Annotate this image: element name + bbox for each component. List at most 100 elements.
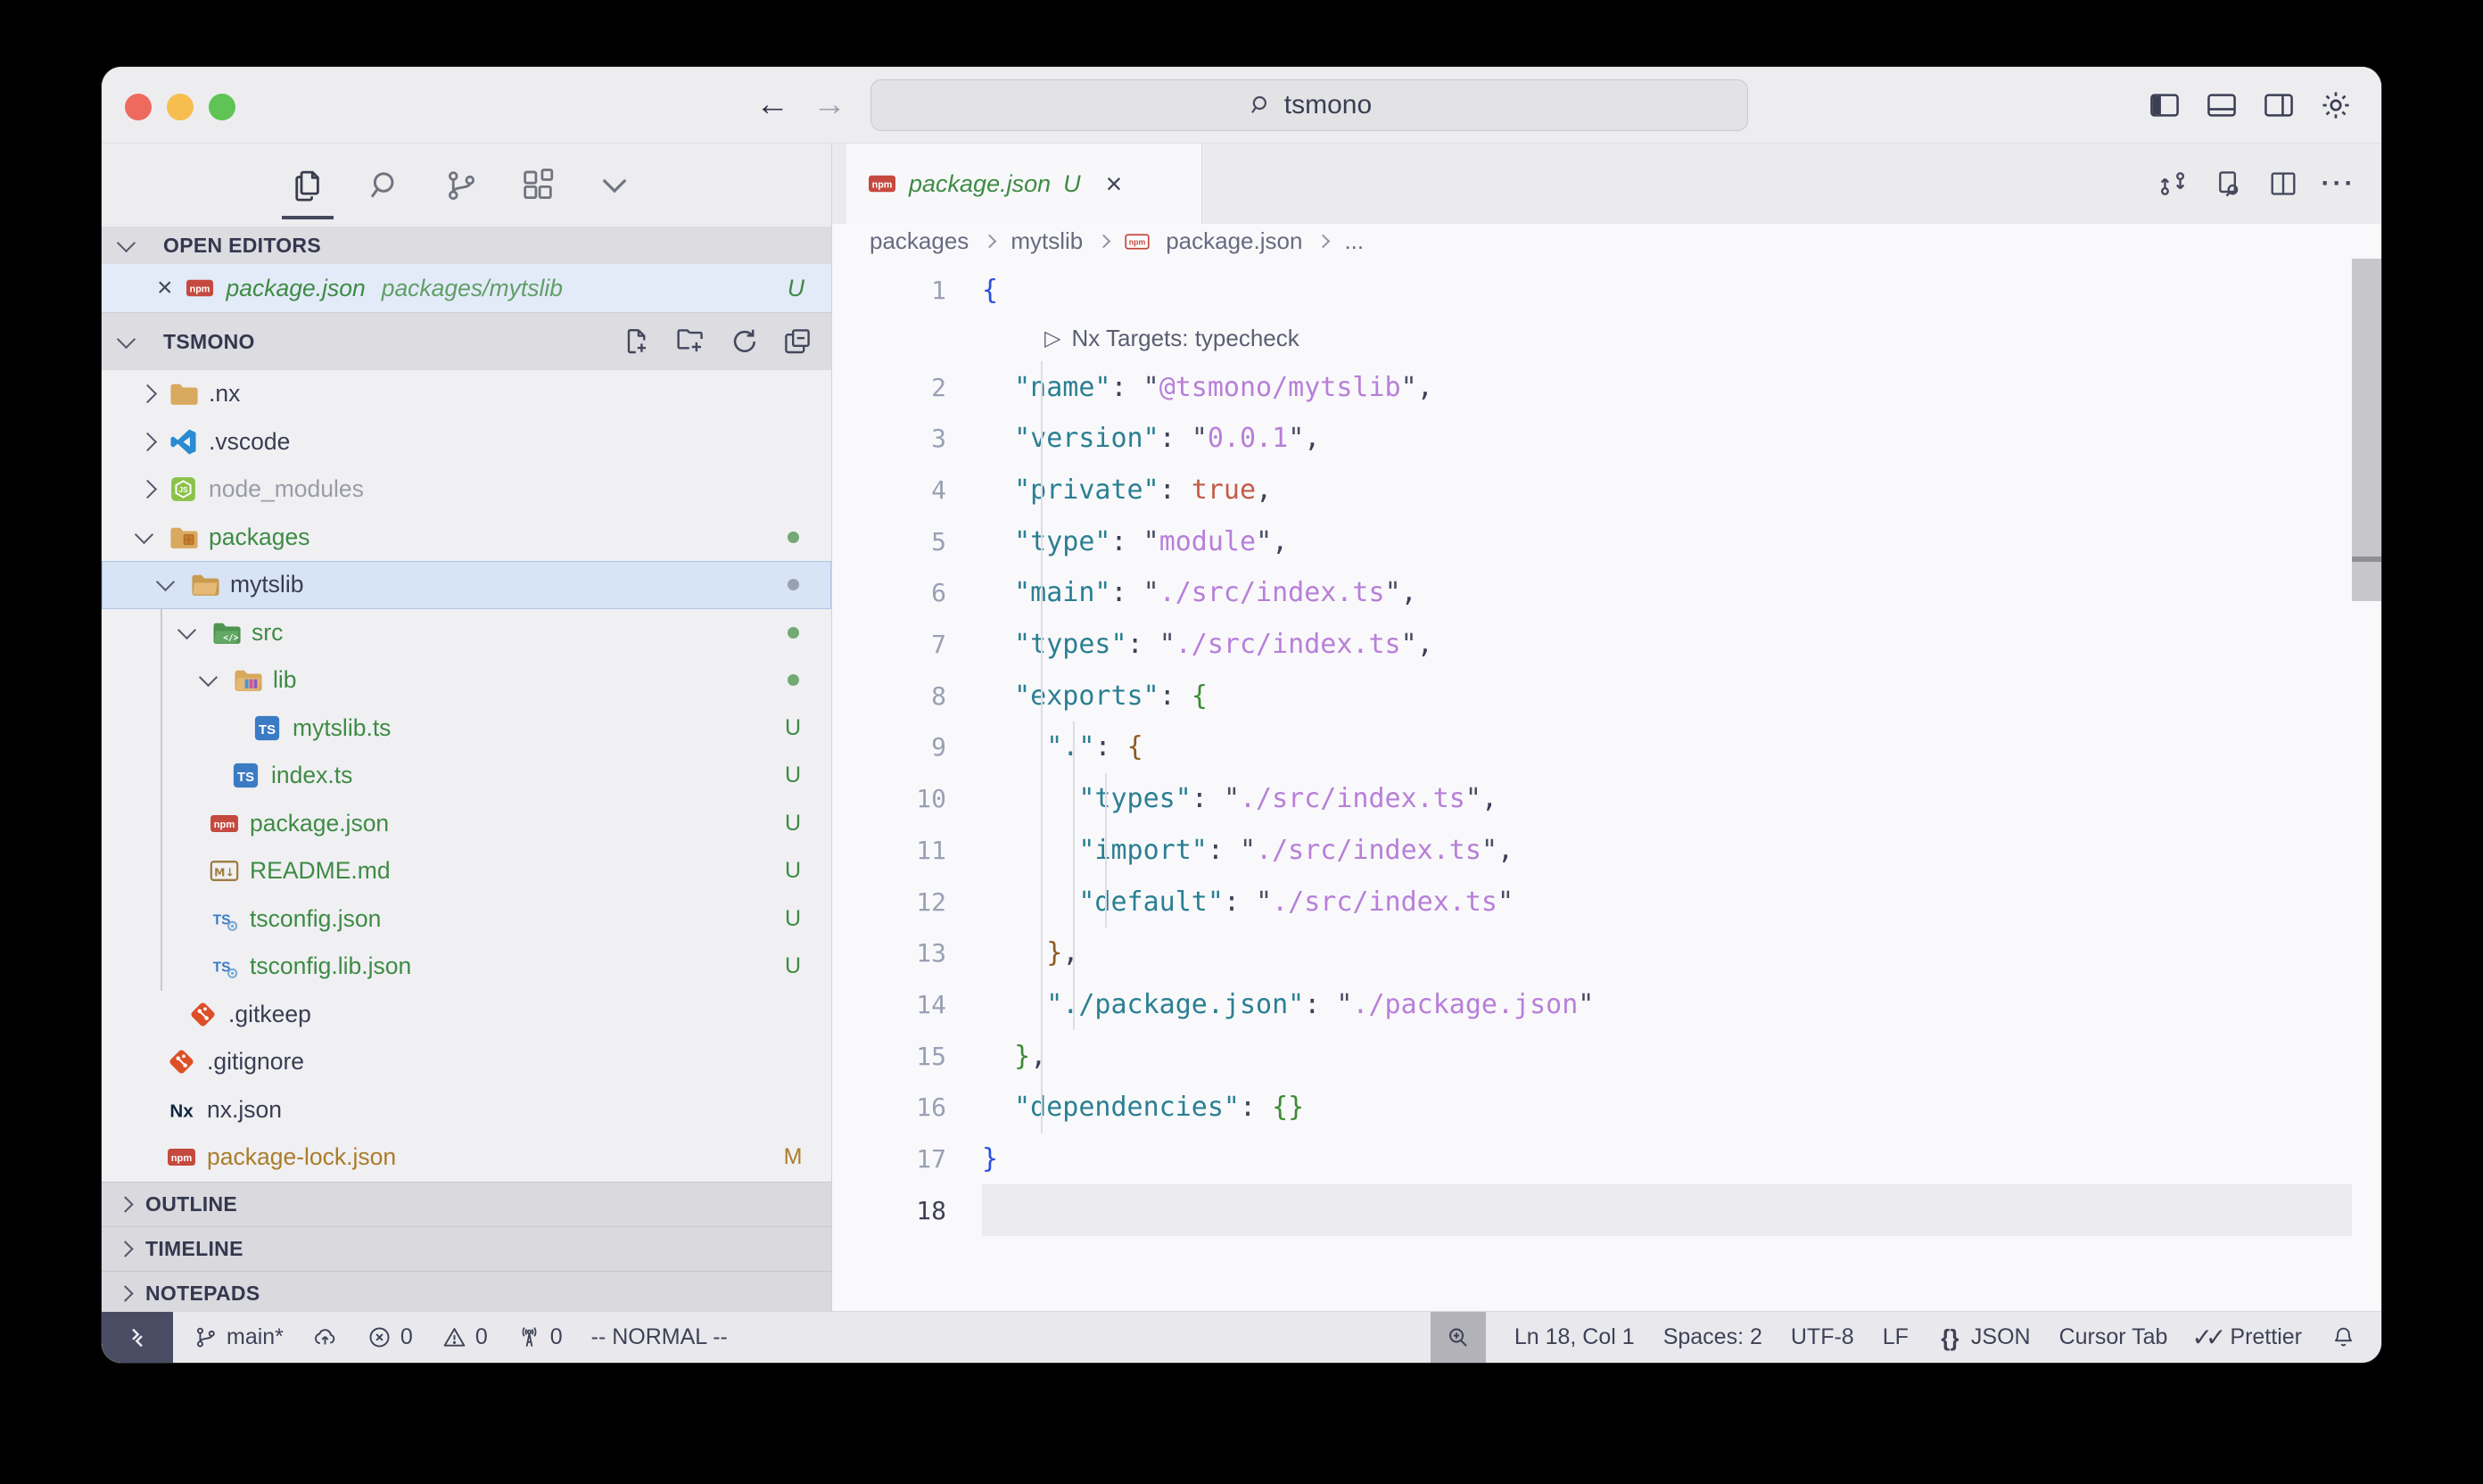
toggle-secondary-sidebar-button[interactable] xyxy=(2262,88,2296,122)
activity-tab-extensions[interactable] xyxy=(519,167,557,204)
status-item-utf-8[interactable]: UTF-8 xyxy=(1791,1324,1854,1350)
line-content: ".": { xyxy=(982,731,2381,763)
command-center-search[interactable]: tsmono xyxy=(870,79,1748,131)
tree-item-tsconfig.json[interactable]: TStsconfig.jsonU xyxy=(102,895,831,944)
tree-item-src[interactable]: </>src xyxy=(102,609,831,657)
search-icon xyxy=(1247,92,1274,119)
status-left: main* 0 0 0 -- NORMAL -- xyxy=(173,1324,728,1350)
line-number: 13 xyxy=(832,938,982,968)
tree-item-mytslib[interactable]: mytslib xyxy=(102,561,831,609)
status-label: JSON xyxy=(1971,1324,2031,1350)
refresh-explorer-button[interactable] xyxy=(728,326,760,358)
git-status-badge: M xyxy=(784,1144,803,1170)
status-right: Ln 18, Col 1 Spaces: 2 UTF-8 LF {}JSON Cursor… xyxy=(1431,1312,2381,1363)
tree-item-.gitignore[interactable]: .gitignore xyxy=(102,1038,831,1086)
nx-icon: Nx xyxy=(167,1095,196,1125)
status-label: UTF-8 xyxy=(1791,1324,1854,1350)
status-item-prettier[interactable]: ✓✓Prettier xyxy=(2196,1324,2302,1350)
line-number: 8 xyxy=(832,681,982,711)
code-line-5: 5 "type": "module", xyxy=(832,515,2381,567)
toggle-panel-button[interactable] xyxy=(2205,88,2239,122)
search-value: tsmono xyxy=(1284,90,1372,120)
tree-item-.vscode[interactable]: .vscode xyxy=(102,418,831,466)
remote-indicator[interactable] xyxy=(102,1312,173,1363)
maximize-window-button[interactable] xyxy=(209,94,235,120)
status-item-bell[interactable] xyxy=(2330,1324,2356,1350)
breadcrumb-item[interactable]: ... xyxy=(1344,227,1364,255)
project-section-header[interactable]: TSMONO xyxy=(102,312,831,370)
breadcrumb-item[interactable]: packages xyxy=(870,227,969,255)
minimize-window-button[interactable] xyxy=(167,94,194,120)
new-folder-button[interactable] xyxy=(674,326,706,358)
status-label: main* xyxy=(227,1324,284,1350)
breadcrumb-item[interactable]: package.json xyxy=(1166,227,1302,255)
navigate-back-button[interactable]: ← xyxy=(755,67,789,143)
tree-item-package.json[interactable]: npmpackage.jsonU xyxy=(102,800,831,848)
status-item-main[interactable]: main* xyxy=(193,1324,284,1350)
codelens-nx-targets[interactable]: ▷Nx Targets: typecheck xyxy=(832,317,2381,362)
git-status-dot xyxy=(788,674,799,686)
tree-item-tsconfig.lib.json[interactable]: TStsconfig.lib.jsonU xyxy=(102,943,831,991)
tree-item-mytslib.ts[interactable]: TSmytslib.tsU xyxy=(102,705,831,753)
navigate-forward-button[interactable]: → xyxy=(813,67,846,143)
split-editor-icon[interactable] xyxy=(2267,168,2299,200)
tree-item-README.md[interactable]: M↓README.mdU xyxy=(102,847,831,895)
tab-close-icon[interactable]: × xyxy=(1106,169,1123,198)
status-item-ln-18-col-1[interactable]: Ln 18, Col 1 xyxy=(1514,1324,1635,1350)
tree-item-lib[interactable]: lib xyxy=(102,656,831,705)
sidebar: OPEN EDITORS × npm package.json packages… xyxy=(102,144,832,1311)
open-preview-icon[interactable] xyxy=(2212,168,2244,200)
section-outline[interactable]: OUTLINE xyxy=(102,1182,831,1226)
tree-item-index.ts[interactable]: TSindex.tsU xyxy=(102,752,831,800)
file-label: .vscode xyxy=(209,428,290,456)
line-content: }, xyxy=(982,937,2381,969)
status-item-zoomin[interactable] xyxy=(1431,1312,1486,1363)
open-editor-item[interactable]: × npm package.json packages/mytslib U xyxy=(102,264,831,312)
status-item-spaces-2[interactable]: Spaces: 2 xyxy=(1663,1324,1762,1350)
activity-tab-explorer[interactable] xyxy=(289,167,326,204)
scm-icon xyxy=(442,167,480,204)
status-item-0[interactable]: 0 xyxy=(516,1324,563,1350)
tree-item-nx.json[interactable]: Nxnx.json xyxy=(102,1086,831,1134)
activity-tab-search[interactable] xyxy=(366,167,403,204)
tree-item-package-lock.json[interactable]: npmpackage-lock.jsonM xyxy=(102,1134,831,1182)
svg-text:npm: npm xyxy=(171,1153,193,1164)
file-label: README.md xyxy=(250,857,391,885)
section-timeline[interactable]: TIMELINE xyxy=(102,1226,831,1271)
status-item-cursor-tab[interactable]: Cursor Tab xyxy=(2059,1324,2168,1350)
close-window-button[interactable] xyxy=(125,94,152,120)
settings-gear-button[interactable] xyxy=(2319,88,2353,122)
status-item-normal[interactable]: -- NORMAL -- xyxy=(591,1324,728,1350)
close-editor-icon[interactable]: × xyxy=(157,275,173,301)
open-editors-header[interactable]: OPEN EDITORS xyxy=(102,227,831,264)
open-changes-icon[interactable] xyxy=(2157,168,2189,200)
new-file-button[interactable] xyxy=(621,326,653,358)
status-item-0[interactable]: 0 xyxy=(367,1324,413,1350)
run-icon[interactable]: ▷ xyxy=(1044,326,1060,351)
tree-item-packages[interactable]: packages xyxy=(102,514,831,562)
vertical-scrollbar[interactable] xyxy=(2352,259,2381,601)
activity-tab-more[interactable] xyxy=(596,167,633,204)
status-item-cloudup[interactable] xyxy=(312,1324,338,1350)
vscode-window: ← → tsmono OPEN EDITORS × npm package.js… xyxy=(102,67,2381,1363)
section-label: OUTLINE xyxy=(145,1192,237,1216)
tab-package-json[interactable]: npm package.json U × xyxy=(846,144,1202,224)
status-item-0[interactable]: 0 xyxy=(441,1324,488,1350)
more-actions-icon[interactable]: ··· xyxy=(2322,168,2355,200)
code-line-7: 7 "types": "./src/index.ts", xyxy=(832,619,2381,671)
tree-item-.gitkeep[interactable]: .gitkeep xyxy=(102,991,831,1039)
npm-icon: npm xyxy=(868,169,896,198)
toggle-primary-sidebar-button[interactable] xyxy=(2148,88,2182,122)
file-label: node_modules xyxy=(209,475,364,503)
open-editor-filename: package.json xyxy=(227,275,366,302)
tree-item-node_modules[interactable]: JSnode_modules xyxy=(102,466,831,514)
activity-tab-source-control[interactable] xyxy=(442,167,480,204)
status-item-lf[interactable]: LF xyxy=(1883,1324,1909,1350)
section-label: NOTEPADS xyxy=(145,1282,260,1306)
status-item-json[interactable]: {}JSON xyxy=(1937,1324,2031,1350)
section-notepads[interactable]: NOTEPADS xyxy=(102,1271,831,1315)
code-editor[interactable]: 1{▷Nx Targets: typecheck2 "name": "@tsmo… xyxy=(832,259,2381,1311)
collapse-folders-button[interactable] xyxy=(781,326,813,358)
tree-item-.nx[interactable]: .nx xyxy=(102,370,831,418)
breadcrumb-item[interactable]: mytslib xyxy=(1011,227,1083,255)
